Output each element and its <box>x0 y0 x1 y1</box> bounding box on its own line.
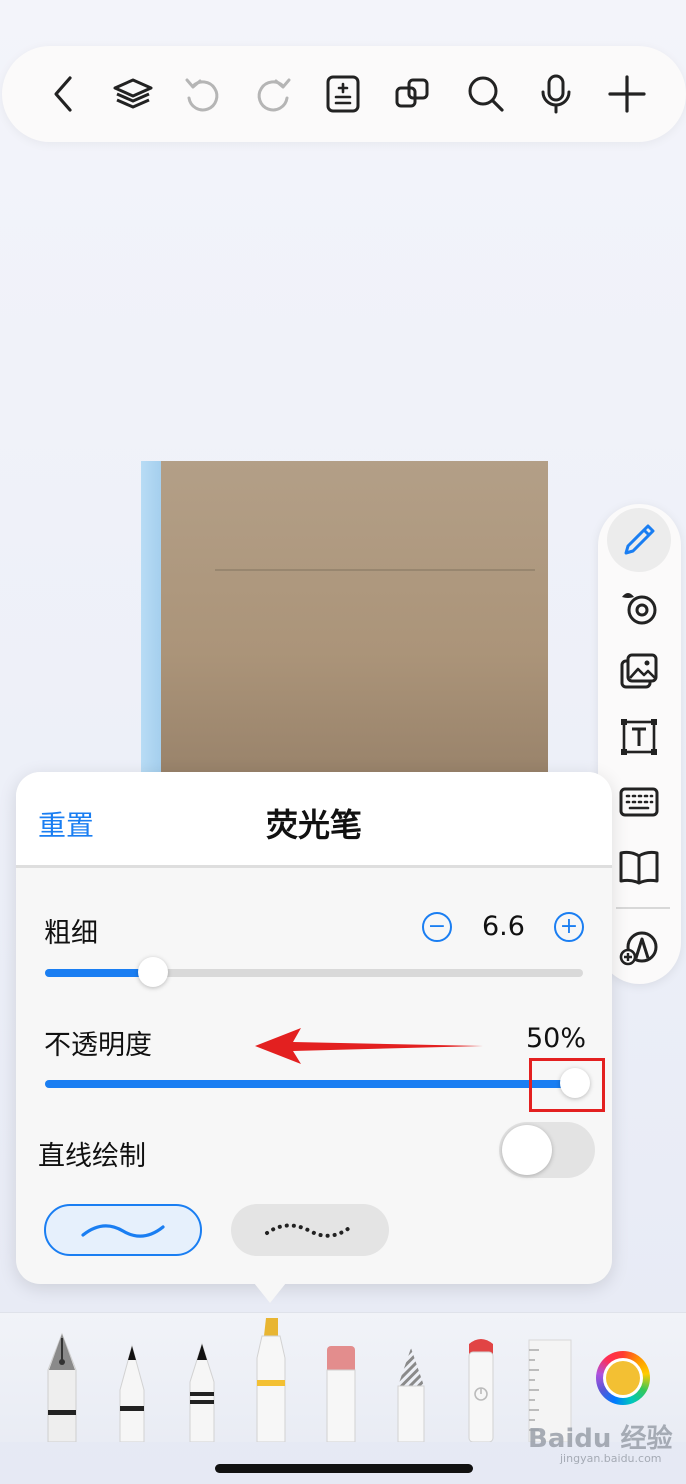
selected-color-swatch <box>606 1361 640 1395</box>
watermark-url: jingyan.baidu.com <box>560 1452 662 1465</box>
color-picker-inner <box>603 1358 643 1398</box>
redo-icon[interactable] <box>245 66 301 122</box>
home-indicator <box>215 1464 473 1473</box>
top-toolbar <box>2 46 686 142</box>
duplicate-icon[interactable] <box>385 66 441 122</box>
undo-icon[interactable] <box>175 66 231 122</box>
thickness-slider[interactable] <box>45 957 583 987</box>
opacity-slider-fill <box>45 1080 575 1088</box>
thickness-increase-button[interactable]: + <box>554 912 584 942</box>
add-icon[interactable] <box>599 66 655 122</box>
opacity-label: 不透明度 <box>44 1030 152 1061</box>
search-icon[interactable] <box>458 66 514 122</box>
image-icon[interactable] <box>607 640 671 704</box>
highlighter-icon[interactable] <box>254 1318 288 1442</box>
opacity-slider[interactable] <box>45 1068 590 1098</box>
dotted-stroke-button[interactable] <box>231 1204 389 1256</box>
fountain-pen-icon[interactable] <box>42 1330 82 1442</box>
solid-stroke-button[interactable] <box>44 1204 202 1256</box>
toggle-knob <box>502 1125 552 1175</box>
pen-icon[interactable] <box>607 508 671 572</box>
panel-pointer <box>254 1283 286 1303</box>
lasso-icon[interactable] <box>607 576 671 640</box>
pattern-pen-icon[interactable] <box>396 1330 426 1442</box>
red-arrow-annotation <box>255 1028 483 1064</box>
back-icon[interactable] <box>36 66 92 122</box>
panel-header: 重置 荧光笔 <box>16 772 612 868</box>
shapes-icon[interactable] <box>607 915 671 979</box>
straight-line-toggle[interactable] <box>499 1122 595 1178</box>
red-box-annotation <box>529 1058 605 1112</box>
solid-wave-icon <box>81 1224 165 1238</box>
layers-icon[interactable] <box>105 66 161 122</box>
notebook-cover[interactable] <box>141 461 548 781</box>
watermark: Baidu 经验 <box>528 1424 673 1454</box>
microphone-icon[interactable] <box>528 66 584 122</box>
thickness-value: 6.6 <box>482 911 525 942</box>
thickness-decrease-button[interactable]: − <box>422 912 452 942</box>
notebook-spine <box>141 461 161 781</box>
page-adjust-icon[interactable] <box>315 66 371 122</box>
thickness-slider-fill <box>45 969 153 977</box>
text-box-icon[interactable] <box>607 705 671 769</box>
keyboard-icon[interactable] <box>607 770 671 834</box>
thickness-slider-thumb[interactable] <box>137 957 168 987</box>
marker-icon[interactable] <box>466 1326 496 1442</box>
panel-title: 荧光笔 <box>265 806 362 844</box>
ballpoint-pen-icon[interactable] <box>114 1330 150 1442</box>
color-picker[interactable] <box>596 1351 650 1405</box>
side-toolbar-divider <box>616 907 670 909</box>
dotted-wave-icon <box>265 1223 355 1238</box>
cover-title-line <box>215 569 535 571</box>
pencil-icon[interactable] <box>184 1330 220 1442</box>
eraser-icon[interactable] <box>326 1330 356 1442</box>
thickness-label: 粗细 <box>44 918 98 949</box>
book-icon[interactable] <box>607 835 671 899</box>
straight-line-label: 直线绘制 <box>38 1141 146 1172</box>
notebook-cover-surface <box>161 461 548 781</box>
opacity-value: 50% <box>526 1023 587 1054</box>
